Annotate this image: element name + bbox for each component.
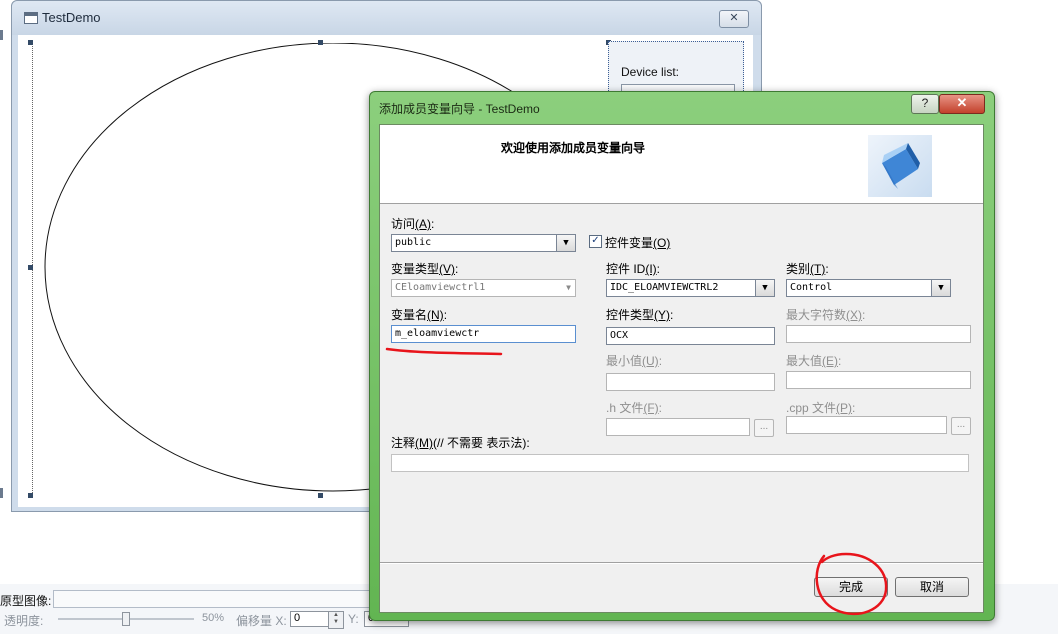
testdemo-title: TestDemo: [42, 10, 101, 25]
window-icon: [24, 12, 38, 24]
category-select[interactable]: Control ▼: [786, 279, 951, 297]
h-file-input[interactable]: [606, 418, 750, 436]
dropdown-arrow-icon[interactable]: ▼: [755, 280, 774, 296]
control-type-label: 控件类型(Y):: [606, 308, 674, 322]
dialog-title: 添加成员变量向导 - TestDemo: [379, 102, 540, 116]
resize-handle[interactable]: [28, 265, 33, 270]
max-chars-label: 最大字符数(X):: [786, 308, 866, 322]
max-chars-input[interactable]: [786, 325, 971, 343]
dropdown-arrow-icon: ▼: [566, 283, 571, 292]
close-icon[interactable]: ✕: [719, 10, 749, 28]
checkbox-checked-icon[interactable]: ✓: [589, 235, 602, 248]
transparency-label: 透明度:: [4, 614, 44, 628]
cpp-file-browse-button[interactable]: ...: [951, 417, 971, 435]
access-label: 访问(A):: [391, 217, 435, 231]
wizard-heading: 欢迎使用添加成员变量向导: [501, 141, 646, 155]
dropdown-arrow-icon[interactable]: ▼: [931, 280, 950, 296]
offset-y-label: Y:: [348, 612, 359, 626]
var-type-label: 变量类型(V):: [391, 262, 459, 276]
prototype-label: 原型图像:: [0, 594, 52, 608]
device-list-label: Device list:: [621, 65, 680, 79]
control-type-input[interactable]: OCX: [606, 327, 775, 345]
cube-icon: [868, 135, 932, 197]
var-type-combo[interactable]: CEloamviewctrl1 ▼: [391, 279, 576, 297]
strip-marker: [0, 488, 3, 498]
add-member-variable-dialog: 添加成员变量向导 - TestDemo ? ✕ 欢迎使用添加成员变量向导 访问(…: [369, 91, 995, 621]
resize-handle[interactable]: [318, 493, 323, 498]
min-value-label: 最小值(U):: [606, 354, 663, 368]
offset-x-label: 偏移量 X:: [236, 614, 287, 628]
offset-x-spinner[interactable]: ▲ ▼: [328, 611, 344, 629]
max-value-label: 最大值(E):: [786, 354, 842, 368]
cancel-button[interactable]: 取消: [895, 577, 969, 597]
comment-label: 注释(M)(// 不需要 表示法):: [391, 436, 530, 450]
prototype-field[interactable]: [53, 590, 385, 608]
access-select[interactable]: public ▼: [391, 234, 576, 252]
h-file-label: .h 文件(F):: [606, 401, 663, 415]
resize-handle[interactable]: [28, 493, 33, 498]
strip-marker: [0, 30, 3, 40]
transparency-value: 50%: [202, 612, 225, 624]
resize-handle[interactable]: [28, 40, 33, 45]
button-separator: [380, 562, 983, 564]
max-value-input[interactable]: [786, 371, 971, 389]
cpp-file-input[interactable]: [786, 416, 947, 434]
resize-handle[interactable]: [318, 40, 323, 45]
help-icon[interactable]: ?: [911, 94, 939, 114]
finish-button[interactable]: 完成: [814, 577, 888, 597]
control-variable-label: 控件变量(O): [605, 236, 671, 250]
comment-input[interactable]: [391, 454, 969, 472]
var-name-input[interactable]: m_eloamviewctr: [391, 325, 576, 343]
left-edge-strip: [0, 0, 11, 590]
close-icon[interactable]: ✕: [939, 94, 985, 114]
control-id-label: 控件 ID(I):: [606, 262, 661, 276]
control-id-select[interactable]: IDC_ELOAMVIEWCTRL2 ▼: [606, 279, 775, 297]
dialog-client-area: 欢迎使用添加成员变量向导 访问(A): public ▼ ✓ 控件变量(O) 变…: [379, 124, 984, 613]
testdemo-titlebar: TestDemo ✕: [12, 1, 761, 35]
var-name-label: 变量名(N):: [391, 308, 448, 322]
wizard-header: 欢迎使用添加成员变量向导: [380, 125, 983, 204]
cpp-file-label: .cpp 文件(P):: [786, 401, 856, 415]
category-label: 类别(T):: [786, 262, 829, 276]
dropdown-arrow-icon[interactable]: ▼: [556, 235, 575, 251]
transparency-slider-thumb[interactable]: [122, 612, 130, 626]
h-file-browse-button[interactable]: ...: [754, 419, 774, 437]
min-value-input[interactable]: [606, 373, 775, 391]
